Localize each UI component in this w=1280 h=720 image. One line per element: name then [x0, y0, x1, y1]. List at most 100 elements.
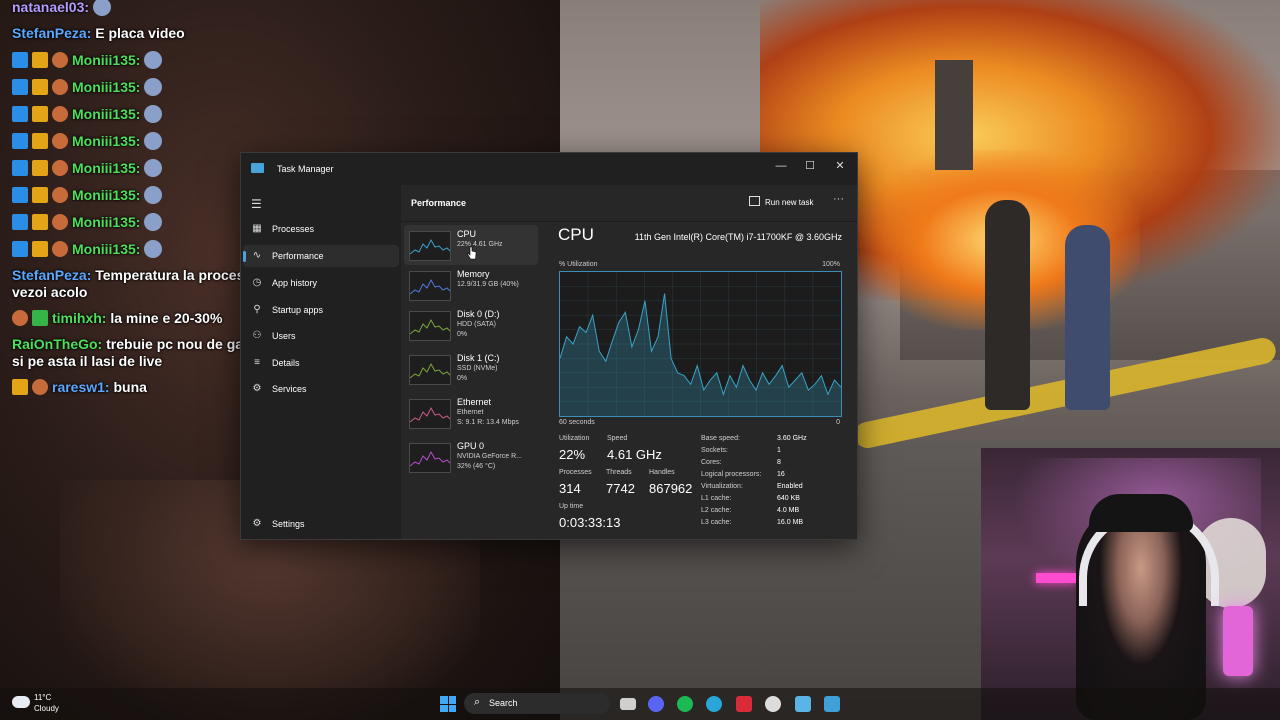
face-badge-icon: [52, 106, 68, 122]
resource-item[interactable]: Memory 12.9/31.9 GB (40%): [404, 265, 538, 305]
users-icon: ⚇: [252, 330, 262, 341]
face-badge-icon: [52, 187, 68, 203]
face-badge-icon: [32, 379, 48, 395]
threads-value: 7742: [606, 481, 635, 496]
weather-temp[interactable]: 11°C: [34, 693, 51, 702]
performance-page: Performance Run new task ··· CPU 22% 4.61…: [401, 185, 857, 539]
crown-badge-icon: [32, 214, 48, 230]
blue-badge-icon: [12, 241, 28, 257]
maximize-button[interactable]: ☐: [795, 155, 825, 177]
sidebar: ☰ ▦ Processes ∿ Performance ◷ App histor…: [241, 185, 401, 539]
graph-time-label: 60 seconds: [559, 419, 595, 426]
spec-key: Base speed:: [701, 435, 740, 442]
search-placeholder: Search: [489, 698, 518, 708]
face-badge-icon: [52, 52, 68, 68]
green-badge-icon: [32, 310, 48, 326]
resource-detail-2: 0%: [457, 375, 468, 382]
start-button[interactable]: [440, 696, 456, 712]
resource-name: Ethernet: [457, 397, 492, 407]
spec-key: L3 cache:: [701, 519, 732, 526]
nav-label: Startup apps: [272, 305, 324, 315]
chat-username[interactable]: natanael03:: [12, 0, 89, 15]
hamburger-menu-icon[interactable]: ☰: [251, 197, 262, 211]
crown-badge-icon: [32, 106, 48, 122]
utilization-value: 22%: [559, 447, 586, 462]
title-bar[interactable]: Task Manager — ☐ ✕: [241, 153, 857, 185]
crown-badge-icon: [12, 379, 28, 395]
chat-username[interactable]: Moniii135:: [72, 79, 140, 95]
weather-condition[interactable]: Cloudy: [34, 704, 59, 713]
face-badge-icon: [52, 79, 68, 95]
cloud-icon[interactable]: [12, 696, 30, 708]
browser-icon[interactable]: [765, 696, 781, 712]
cpu-graph-svg: [559, 272, 842, 416]
taskbar: 11°C Cloudy ⌕ Search: [0, 688, 1280, 720]
chat-username[interactable]: timihxh:: [52, 310, 106, 326]
speed-value: 4.61 GHz: [607, 447, 662, 462]
discord-icon[interactable]: [648, 696, 664, 712]
file-explorer-icon[interactable]: [620, 698, 636, 710]
chat-message: Moniii135:: [0, 101, 300, 128]
minimize-button[interactable]: —: [766, 155, 796, 177]
nav-label: App history: [272, 278, 318, 288]
handles-label: Handles: [649, 469, 675, 476]
spotify-icon[interactable]: [677, 696, 693, 712]
close-button[interactable]: ✕: [825, 155, 855, 177]
performance-icon: ∿: [252, 250, 262, 261]
nav-services[interactable]: ⚙ Services: [243, 378, 399, 400]
resource-item[interactable]: Ethernet Ethernet S: 9.1 R: 13.4 Mbps: [404, 393, 538, 433]
resource-item[interactable]: Disk 1 (C:) SSD (NVMe) 0%: [404, 349, 538, 389]
utilization-axis-label: % Utilization: [559, 261, 598, 268]
chat-username[interactable]: Moniii135:: [72, 133, 140, 149]
resource-detail-2: 32% (46 °C): [457, 463, 496, 470]
processes-label: Processes: [559, 469, 592, 476]
spec-value: 4.0 MB: [777, 507, 800, 514]
edge-icon[interactable]: [706, 696, 722, 712]
blue-badge-icon: [12, 214, 28, 230]
hand-cursor-icon: [467, 246, 477, 260]
resource-item[interactable]: Disk 0 (D:) HDD (SATA) 0%: [404, 305, 538, 345]
resource-detail: Ethernet: [457, 409, 484, 416]
nav-app-history[interactable]: ◷ App history: [243, 272, 399, 294]
chat-username[interactable]: Moniii135:: [72, 241, 140, 257]
red-app-icon[interactable]: [736, 696, 752, 712]
chat-username[interactable]: StefanPeza:: [12, 25, 91, 41]
task-manager-window: Task Manager — ☐ ✕ ☰ ▦ Processes ∿ Perfo…: [240, 152, 858, 540]
chat-username[interactable]: StefanPeza:: [12, 267, 91, 283]
nav-processes[interactable]: ▦ Processes: [243, 218, 399, 240]
emote-icon: [144, 51, 163, 69]
chat-username[interactable]: Moniii135:: [72, 52, 140, 68]
chat-username[interactable]: raresw1:: [52, 379, 110, 395]
chat-username[interactable]: RaiOnTheGo:: [12, 336, 102, 352]
task-manager-taskbar-icon[interactable]: [824, 696, 840, 712]
taskbar-search[interactable]: ⌕ Search: [464, 693, 610, 714]
window-app-icon[interactable]: [795, 696, 811, 712]
resource-detail-2: S: 9.1 R: 13.4 Mbps: [457, 419, 519, 426]
utilization-max-label: 100%: [822, 261, 840, 268]
chat-text: E placa video: [95, 25, 185, 41]
speed-label: Speed: [607, 435, 628, 442]
nav-performance[interactable]: ∿ Performance: [243, 245, 399, 267]
chat-username[interactable]: Moniii135:: [72, 214, 140, 230]
chimney: [935, 60, 973, 170]
cpu-utilization-graph: [559, 271, 842, 417]
resource-item[interactable]: GPU 0 NVIDIA GeForce R... 32% (46 °C): [404, 437, 538, 477]
nav-startup-apps[interactable]: ⚲ Startup apps: [243, 299, 399, 321]
led-lights: [1036, 573, 1076, 583]
resource-detail: HDD (SATA): [457, 321, 497, 328]
blue-badge-icon: [12, 52, 28, 68]
emote-icon: [144, 105, 163, 123]
run-new-task-button[interactable]: Run new task: [749, 196, 813, 207]
chat-message: natanael03:: [0, 0, 300, 21]
nav-settings[interactable]: ⚙ Settings: [243, 513, 399, 535]
more-options-button[interactable]: ···: [833, 193, 844, 205]
startup-icon: ⚲: [253, 304, 261, 315]
nav-users[interactable]: ⚇ Users: [243, 325, 399, 347]
chat-username[interactable]: Moniii135:: [72, 106, 140, 122]
resource-name: Disk 0 (D:): [457, 309, 500, 319]
cpu-title: CPU: [558, 225, 594, 244]
chat-username[interactable]: Moniii135:: [72, 160, 140, 176]
nav-details[interactable]: ≡ Details: [243, 352, 399, 374]
chat-username[interactable]: Moniii135:: [72, 187, 140, 203]
emote-icon: [144, 132, 163, 150]
